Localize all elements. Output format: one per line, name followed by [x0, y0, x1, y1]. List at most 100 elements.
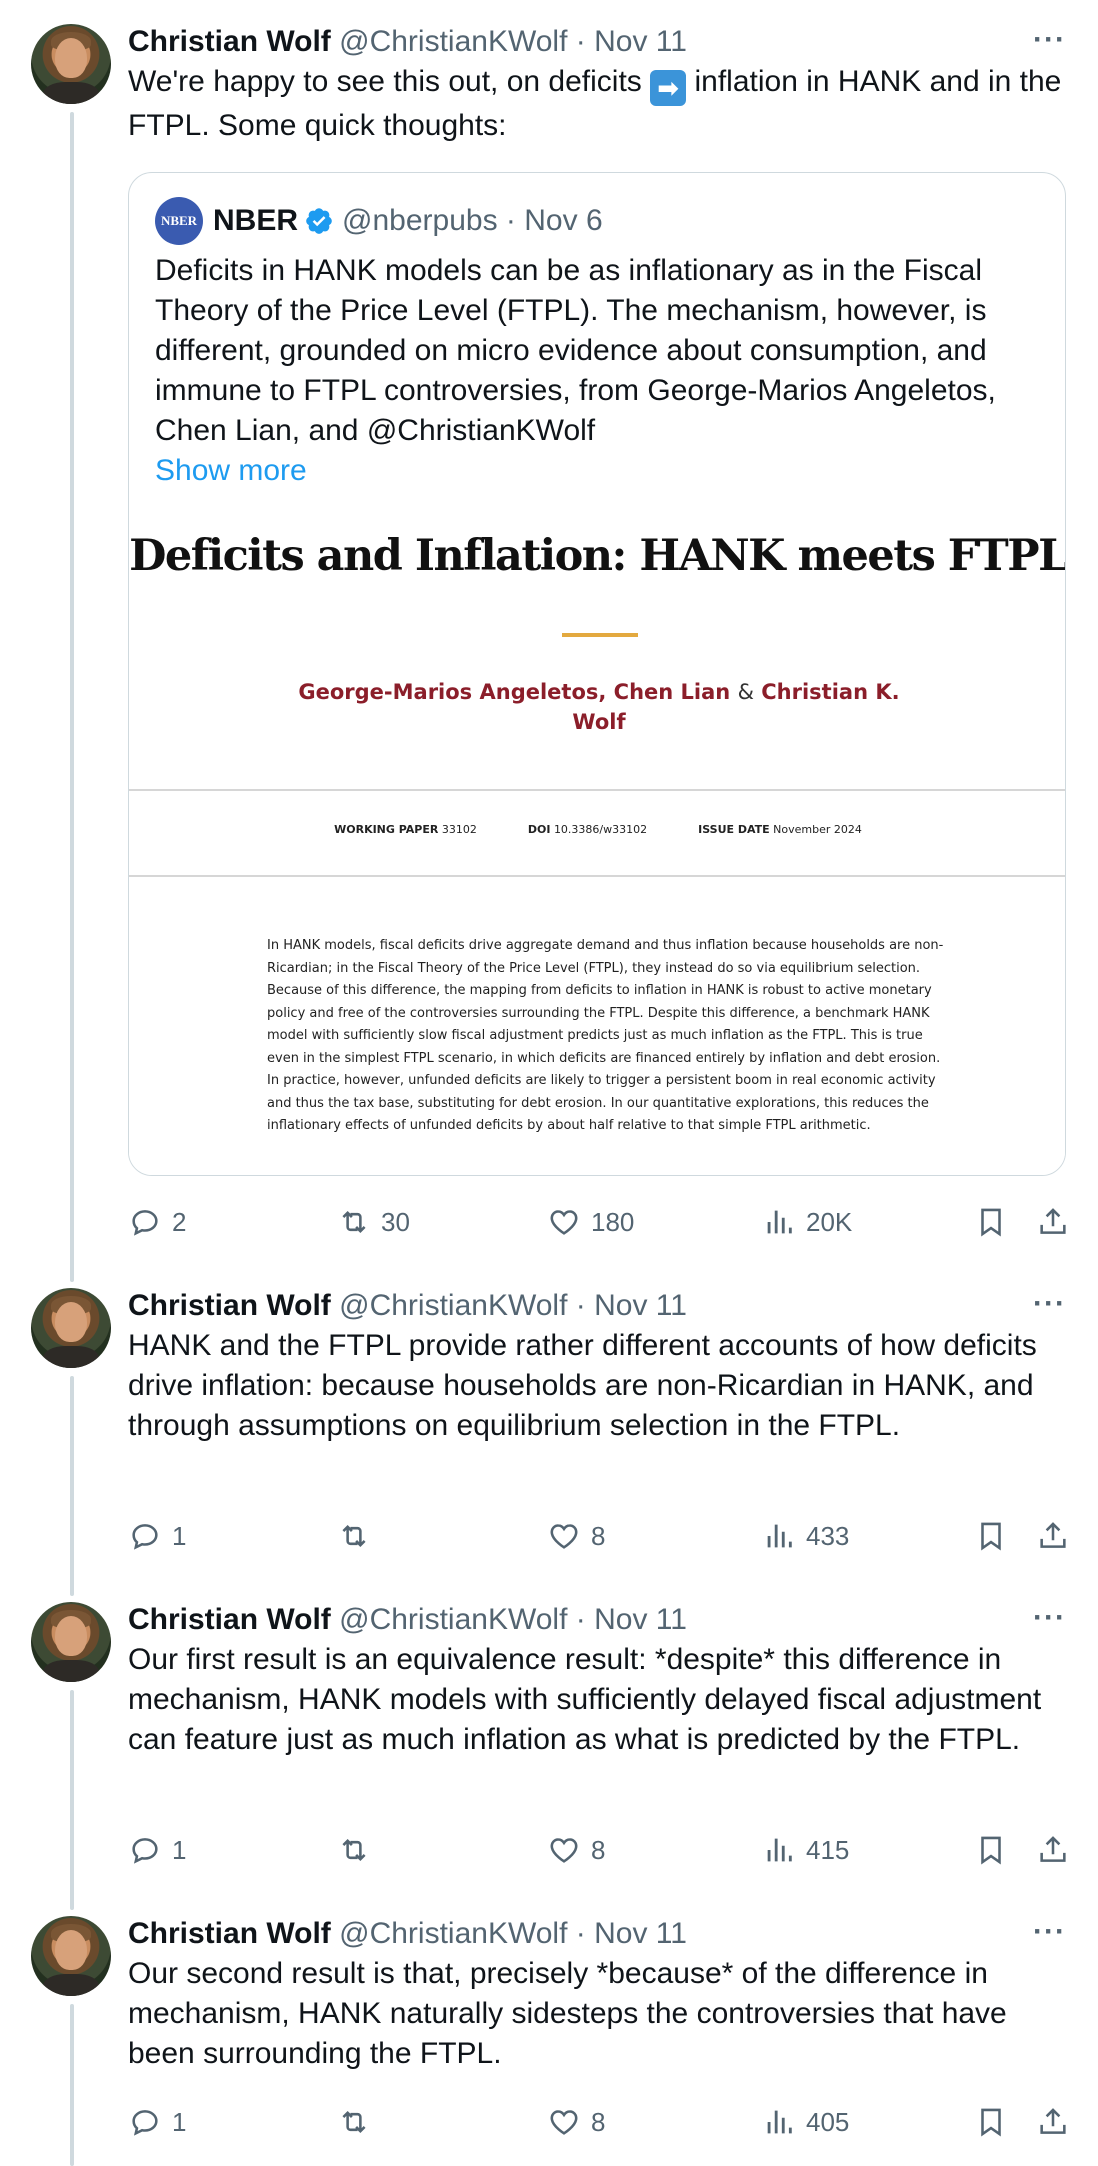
repost-button[interactable] — [337, 2102, 381, 2142]
verified-badge-icon — [306, 208, 332, 234]
share-icon — [1040, 1208, 1066, 1234]
meta-value: November 2024 — [773, 823, 862, 836]
quoted-tweet-text: Deficits in HANK models can be as inflat… — [155, 251, 1045, 491]
meta-value: 33102 — [441, 823, 477, 836]
tweet-text: Our second result is that, precisely *be… — [128, 1957, 1007, 2070]
like-button[interactable]: 8 — [547, 2102, 605, 2142]
avatar[interactable] — [31, 1288, 111, 1368]
author-handle[interactable]: @ChristianKWolf — [339, 25, 567, 58]
more-icon[interactable]: ··· — [1033, 1286, 1066, 1322]
views-button[interactable]: 415 — [762, 1830, 849, 1870]
share-icon — [1040, 1836, 1066, 1862]
views-button[interactable]: 433 — [762, 1516, 849, 1556]
like-icon — [550, 1524, 578, 1549]
reply-button[interactable]: 1 — [128, 2102, 186, 2142]
tweet-text: HANK and the FTPL provide rather differe… — [128, 1329, 1037, 1442]
tweet[interactable]: Christian Wolf @ChristianKWolf · Nov 11 … — [0, 0, 1098, 1276]
reply-button[interactable]: 1 — [128, 1516, 186, 1556]
paper-preview-image[interactable]: Deficits and Inflation: HANK meets FTPL … — [129, 503, 1066, 1175]
repost-button[interactable]: 30 — [337, 1202, 410, 1242]
divider — [129, 789, 1065, 791]
paper-authors: George-Marios Angeletos, Chen Lian & Chr… — [279, 677, 919, 737]
repost-icon — [342, 1524, 366, 1548]
author-name[interactable]: Christian Wolf — [128, 25, 331, 58]
quoted-tweet-date[interactable]: Nov 6 — [524, 204, 602, 238]
tweet[interactable]: Christian Wolf @ChristianKWolf · Nov 11 … — [0, 1286, 1098, 1600]
quoted-tweet-card[interactable]: NBER NBER @nberpubs · Nov 6 Deficits in … — [128, 172, 1066, 1176]
avatar[interactable] — [31, 24, 111, 104]
share-icon — [1040, 1522, 1066, 1548]
meta-label: WORKING PAPER — [334, 823, 439, 836]
reply-icon — [132, 1838, 158, 1864]
tweet-actions: 2 30 180 20K — [128, 1202, 1066, 1242]
tweet-date[interactable]: Nov 11 — [594, 1289, 687, 1322]
meta-value: 10.3386/w33102 — [553, 823, 648, 836]
tweet-date[interactable]: Nov 11 — [594, 1603, 687, 1636]
paper-abstract: In HANK models, fiscal deficits drive ag… — [267, 938, 944, 1133]
bookmark-icon — [981, 2108, 1001, 2137]
author-name[interactable]: Christian Wolf — [128, 1917, 331, 1950]
share-button[interactable] — [1036, 1202, 1080, 1242]
share-button[interactable] — [1036, 1516, 1080, 1556]
like-icon — [550, 1838, 578, 1863]
bookmark-button[interactable] — [974, 1516, 1018, 1556]
author-ampersand: & — [737, 680, 754, 704]
separator-dot: · — [505, 204, 516, 237]
tweet-text-part: We're happy to see this out, on deficits — [128, 65, 651, 98]
tweet-date[interactable]: Nov 11 — [594, 25, 687, 58]
quoted-author-handle[interactable]: @nberpubs — [342, 204, 498, 238]
like-count: 8 — [591, 2107, 606, 2137]
like-count: 8 — [591, 1835, 606, 1865]
right-arrow-emoji-icon: ➡ — [650, 70, 687, 106]
like-button[interactable]: 8 — [547, 1830, 605, 1870]
repost-icon — [342, 1210, 366, 1234]
more-icon[interactable]: ··· — [1033, 22, 1066, 58]
quoted-text-body: Deficits in HANK models can be as inflat… — [155, 254, 996, 447]
repost-icon — [342, 2110, 366, 2134]
avatar[interactable] — [31, 1916, 111, 1996]
views-button[interactable]: 20K — [762, 1202, 852, 1242]
author-handle[interactable]: @ChristianKWolf — [339, 1289, 567, 1322]
views-button[interactable]: 405 — [762, 2102, 849, 2142]
share-button[interactable] — [1036, 2102, 1080, 2142]
author-name[interactable]: Christian Wolf — [128, 1289, 331, 1322]
paper-title: Deficits and Inflation: HANK meets FTPL — [129, 531, 1066, 581]
views-icon — [767, 1524, 792, 1548]
more-icon[interactable]: ··· — [1033, 1914, 1066, 1950]
repost-button[interactable] — [337, 1830, 381, 1870]
bookmark-button[interactable] — [974, 1202, 1018, 1242]
bookmark-button[interactable] — [974, 1830, 1018, 1870]
avatar[interactable] — [31, 1602, 111, 1682]
separator-dot: · — [575, 25, 586, 58]
tweet[interactable]: Christian Wolf @ChristianKWolf · Nov 11 … — [0, 1600, 1098, 1914]
separator-dot: · — [575, 1603, 586, 1636]
bookmark-icon — [981, 1208, 1001, 1237]
author-handle[interactable]: @ChristianKWolf — [339, 1603, 567, 1636]
share-button[interactable] — [1036, 1830, 1080, 1870]
tweet-actions: 1 8 405 — [128, 2102, 1066, 2142]
quoted-author-name[interactable]: NBER — [213, 204, 298, 238]
view-count: 20K — [806, 1207, 853, 1237]
like-button[interactable]: 180 — [547, 1202, 634, 1242]
repost-button[interactable] — [337, 1516, 381, 1556]
repost-count: 30 — [381, 1207, 410, 1237]
bookmark-icon — [981, 1836, 1001, 1865]
bookmark-button[interactable] — [974, 2102, 1018, 2142]
nber-logo-avatar[interactable]: NBER — [155, 197, 203, 245]
paper-metadata: WORKING PAPER 33102 DOI 10.3386/w33102 I… — [129, 823, 1065, 836]
views-icon — [767, 1838, 792, 1862]
divider — [129, 875, 1065, 877]
like-button[interactable]: 8 — [547, 1516, 605, 1556]
like-icon — [550, 2110, 578, 2135]
author-handle[interactable]: @ChristianKWolf — [339, 1917, 567, 1950]
reply-button[interactable]: 2 — [128, 1202, 186, 1242]
like-icon — [550, 1210, 578, 1235]
more-icon[interactable]: ··· — [1033, 1600, 1066, 1636]
reply-button[interactable]: 1 — [128, 1830, 186, 1870]
bookmark-icon — [981, 1522, 1001, 1551]
author-name[interactable]: Christian Wolf — [128, 1603, 331, 1636]
repost-icon — [342, 1838, 366, 1862]
show-more-link[interactable]: Show more — [155, 451, 1045, 491]
tweet[interactable]: Christian Wolf @ChristianKWolf · Nov 11 … — [0, 1914, 1098, 2166]
tweet-date[interactable]: Nov 11 — [594, 1917, 687, 1950]
